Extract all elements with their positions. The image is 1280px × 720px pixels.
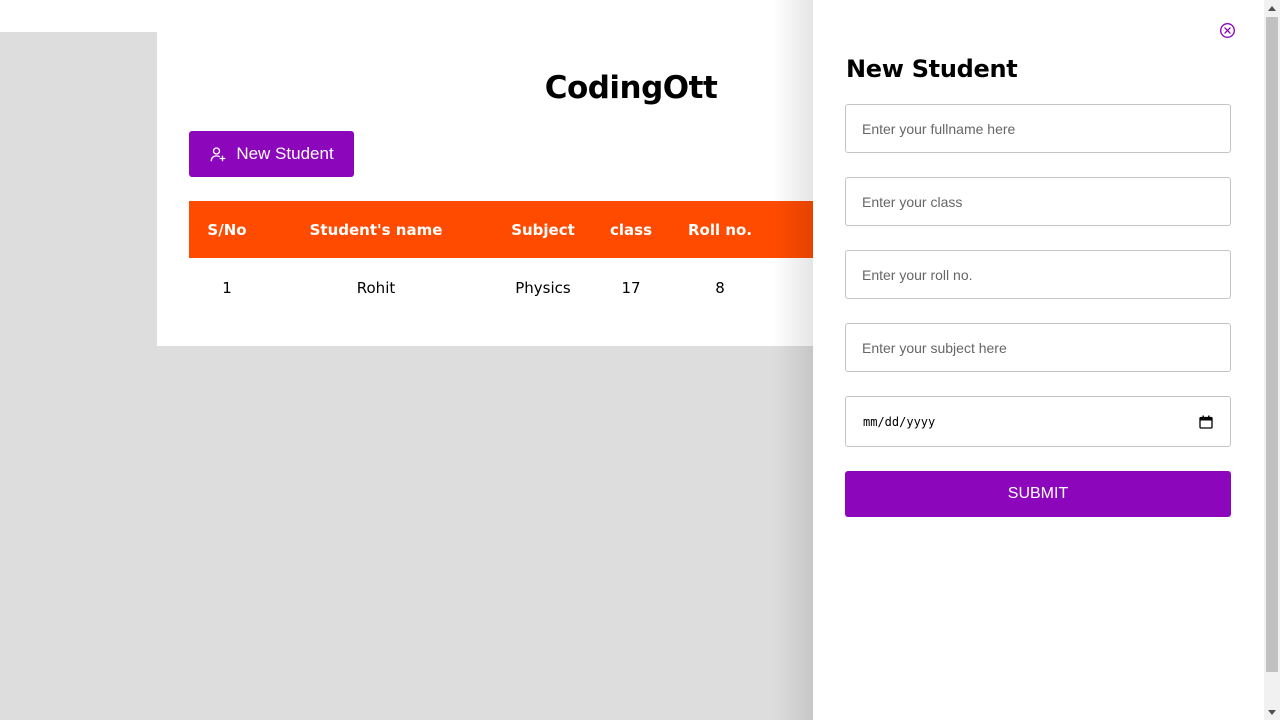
cell-class: 17 [621,279,641,297]
cell-sno: 1 [222,279,232,297]
column-header-sno: S/No [207,221,247,239]
drawer-shadow [773,0,813,720]
fullname-input[interactable] [845,104,1231,153]
close-circle-icon [1220,23,1235,38]
date-input-text: mm/dd/yyyy [863,414,936,429]
date-input[interactable]: mm/dd/yyyy [845,396,1231,447]
column-header-roll: Roll no. [687,221,753,239]
calendar-icon[interactable] [1199,415,1213,429]
class-input[interactable] [845,177,1231,226]
cell-name: Rohit [356,279,396,297]
vertical-scrollbar[interactable] [1264,0,1280,720]
column-header-name: Student's name [309,221,443,239]
cell-subject: Physics [515,279,571,297]
new-student-button[interactable]: New Student [189,131,354,177]
scrollbar-thumb[interactable] [1266,17,1278,672]
user-plus-icon [210,147,226,162]
submit-button[interactable]: SUBMIT [845,471,1231,517]
cell-roll: 8 [715,279,725,297]
roll-number-input[interactable] [845,250,1231,299]
subject-input[interactable] [845,323,1231,372]
column-header-subject: Subject [511,221,575,239]
drawer-title: New Student [846,55,1018,83]
new-student-button-label: New Student [236,144,334,163]
scroll-down-arrow-icon[interactable] [1264,704,1280,720]
close-drawer-button[interactable] [1219,22,1236,39]
scroll-up-arrow-icon[interactable] [1264,0,1280,16]
column-header-class: class [609,221,653,239]
